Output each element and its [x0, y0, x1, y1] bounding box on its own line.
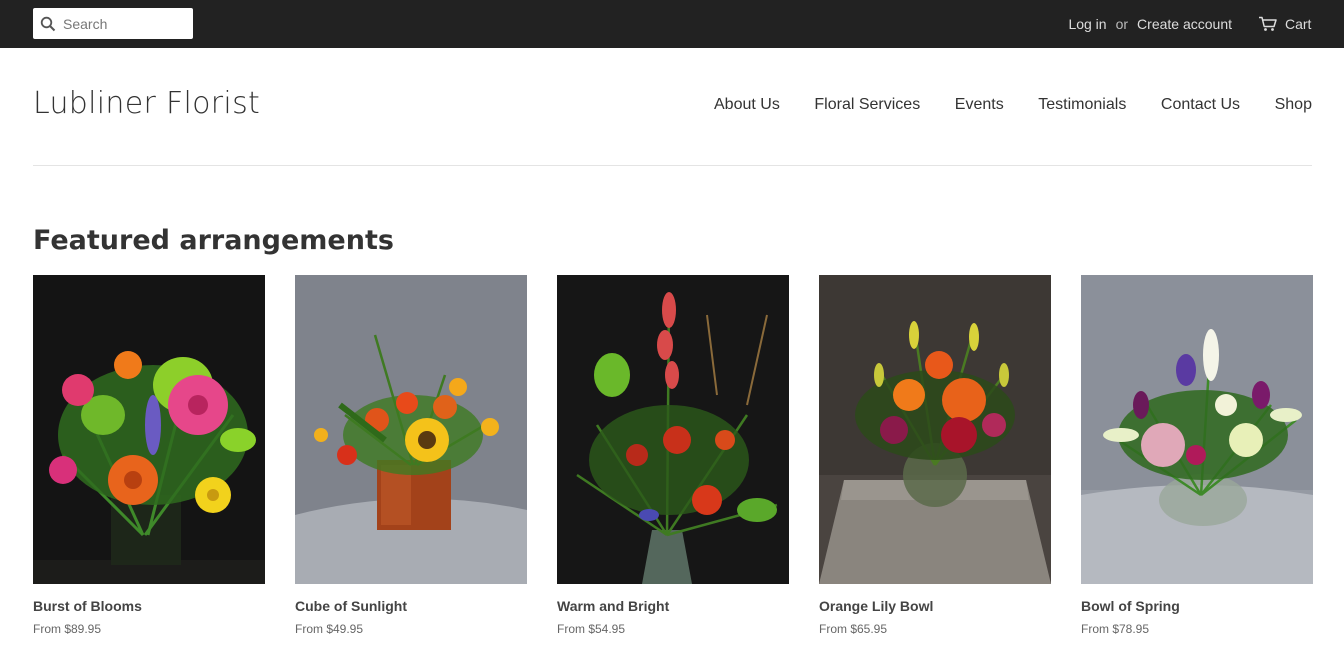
search-input[interactable]: [63, 9, 183, 38]
product-card[interactable]: Warm and Bright From $54.95: [557, 275, 789, 645]
product-image[interactable]: [33, 275, 265, 584]
product-image[interactable]: [557, 275, 789, 584]
product-name[interactable]: Cube of Sunlight: [295, 598, 407, 614]
product-image[interactable]: [1081, 275, 1313, 584]
or-text: or: [1115, 16, 1129, 32]
login-link[interactable]: Log in: [1068, 16, 1106, 32]
product-name[interactable]: Burst of Blooms: [33, 598, 142, 614]
product-card[interactable]: Bowl of Spring From $78.95: [1081, 275, 1313, 645]
section-title: Featured arrangements: [33, 225, 394, 256]
cart-label: Cart: [1285, 16, 1312, 32]
cart-link[interactable]: Cart: [1258, 0, 1311, 48]
product-card[interactable]: Burst of Blooms From $89.95: [33, 275, 265, 645]
nav-floral-services[interactable]: Floral Services: [814, 96, 920, 114]
nav-shop[interactable]: Shop: [1275, 96, 1312, 114]
product-grid: Burst of Blooms From $89.95 Cube of Sunl…: [33, 275, 1313, 645]
search-icon[interactable]: [33, 8, 63, 39]
nav-about-us[interactable]: About Us: [714, 96, 780, 114]
product-price: From $65.95: [819, 622, 888, 636]
cart-icon: [1258, 16, 1278, 32]
nav-events[interactable]: Events: [955, 96, 1004, 114]
account-links: Log in or Create account: [1068, 0, 1232, 48]
product-price: From $49.95: [295, 622, 364, 636]
product-price: From $89.95: [33, 622, 102, 636]
site-logo[interactable]: Lubliner Florist: [33, 86, 260, 121]
nav-contact-us[interactable]: Contact Us: [1161, 96, 1240, 114]
nav-testimonials[interactable]: Testimonials: [1038, 96, 1126, 114]
product-card[interactable]: Cube of Sunlight From $49.95: [295, 275, 527, 645]
product-name[interactable]: Warm and Bright: [557, 598, 669, 614]
product-card[interactable]: Orange Lily Bowl From $65.95: [819, 275, 1051, 645]
create-account-link[interactable]: Create account: [1137, 16, 1232, 32]
product-image[interactable]: [295, 275, 527, 584]
product-price: From $78.95: [1081, 622, 1150, 636]
main-nav: About Us Floral Services Events Testimon…: [714, 96, 1312, 114]
product-name[interactable]: Bowl of Spring: [1081, 598, 1180, 614]
header-divider: [33, 165, 1312, 166]
top-bar: Log in or Create account Cart: [0, 0, 1344, 48]
product-price: From $54.95: [557, 622, 626, 636]
product-name[interactable]: Orange Lily Bowl: [819, 598, 933, 614]
search-box[interactable]: [33, 8, 193, 39]
product-image[interactable]: [819, 275, 1051, 584]
